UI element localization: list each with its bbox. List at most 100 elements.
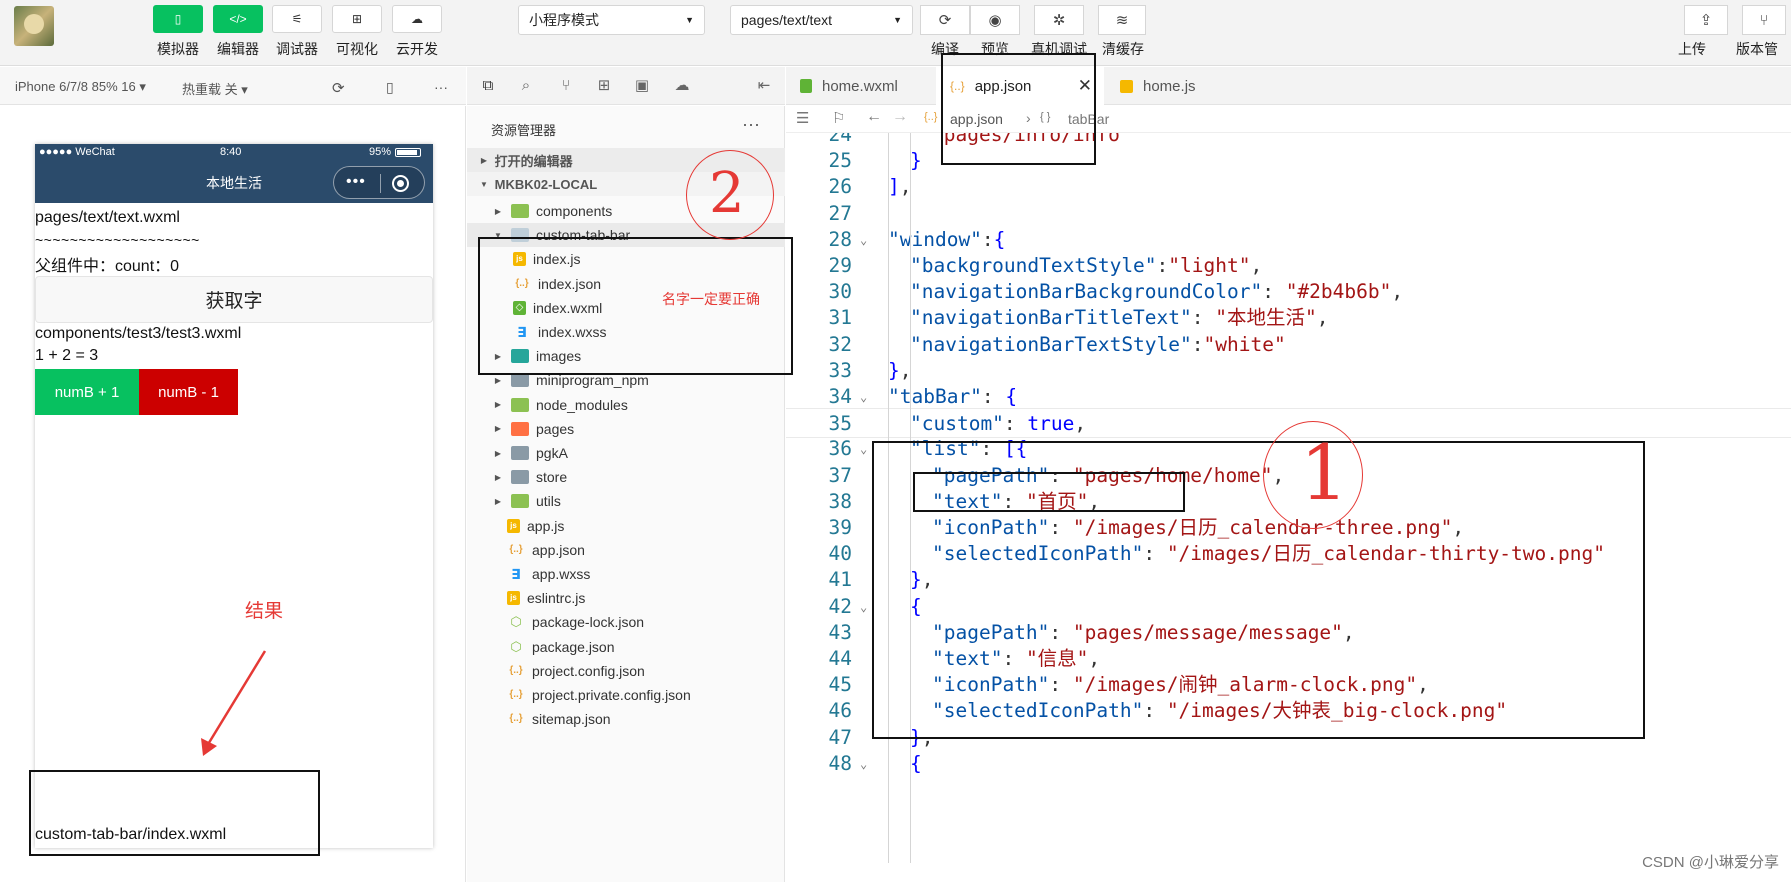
- json-file-icon: {..}: [924, 111, 938, 123]
- editor-breadcrumb: ☰ ⚐ ← → {..} app.json › { } tabBar: [786, 106, 1791, 133]
- file-item[interactable]: {..} app.json: [467, 538, 785, 562]
- folder-icon: [511, 421, 529, 436]
- code-icon: </>: [229, 12, 247, 26]
- file-item[interactable]: ⬡ package-lock.json: [467, 610, 785, 634]
- chevron-down-icon: ▼: [480, 179, 488, 189]
- toolbar-button-0[interactable]: ▯: [153, 5, 203, 33]
- action-button-2[interactable]: ✲: [1034, 5, 1084, 35]
- collapse-panel-icon[interactable]: ⇤: [755, 77, 773, 95]
- more-icon[interactable]: ···: [434, 79, 448, 95]
- chevron-right-icon: ▶: [494, 472, 502, 482]
- annotation-box-result: [29, 770, 320, 856]
- folder-icon: [511, 494, 529, 509]
- device-select[interactable]: iPhone 6/7/8 85% 16 ▾: [15, 79, 146, 95]
- folder-item[interactable]: ▶ pgkA: [467, 441, 785, 465]
- folder-item[interactable]: ▶ node_modules: [467, 393, 785, 417]
- file-item[interactable]: {..} project.private.config.json: [467, 683, 785, 707]
- bug-icon: ✲: [1052, 12, 1066, 29]
- toolbar-button-4[interactable]: ☁: [392, 5, 442, 33]
- annotation-result-note: 结果: [245, 601, 284, 622]
- carrier-text: ●●●●● WeChat: [39, 146, 115, 158]
- page-select[interactable]: pages/text/text ▼: [730, 5, 913, 35]
- files-icon[interactable]: ⧉: [479, 77, 497, 95]
- right-action-label: 版本管: [1736, 41, 1778, 57]
- file-item[interactable]: js eslintrc.js: [467, 586, 785, 610]
- fold-chevron-icon[interactable]: ⌄: [860, 749, 867, 779]
- phone-icon: ▯: [174, 12, 182, 26]
- file-name: utils: [536, 493, 561, 510]
- list-icon[interactable]: ☰: [796, 109, 809, 127]
- explorer-activity-bar: ⧉ ⌕ ⑂ ⊞ ▣ ☁ ⇤: [467, 67, 785, 105]
- minus-button[interactable]: numB - 1: [139, 369, 238, 415]
- docker-icon[interactable]: ☁: [673, 77, 691, 95]
- caret-down-icon: ▼: [685, 15, 694, 25]
- source-control-icon[interactable]: ⑂: [557, 77, 575, 95]
- extensions-icon[interactable]: ⊞: [595, 77, 613, 95]
- cloud-icon: ☁: [411, 12, 423, 26]
- more-icon[interactable]: ···: [742, 114, 760, 135]
- js-file-icon: [1120, 79, 1133, 93]
- get-button[interactable]: 获取字: [35, 276, 433, 323]
- eye-icon: ◉: [988, 12, 1002, 29]
- upload-icon: ⇪: [1699, 12, 1713, 29]
- file-name: eslintrc.js: [527, 590, 586, 607]
- file-name: store: [536, 469, 568, 486]
- hot-reload-select[interactable]: 热重载 关 ▾: [182, 79, 248, 98]
- chevron-right-icon: ▶: [480, 155, 488, 165]
- file-name: package.json: [532, 638, 615, 655]
- toolbar-button-3[interactable]: ⊞: [332, 5, 382, 33]
- tab-home-wxml[interactable]: home.wxml: [786, 67, 934, 105]
- back-arrow-icon[interactable]: ←: [866, 108, 882, 126]
- file-name: app.js: [527, 517, 565, 534]
- toolbar-button-label: 模拟器: [157, 41, 199, 57]
- rotate-icon[interactable]: ⟳: [332, 79, 345, 97]
- tilde-text: ~~~~~~~~~~~~~~~~~~~: [35, 232, 200, 248]
- action-button-0[interactable]: ⟳: [920, 5, 970, 35]
- search-icon[interactable]: ⌕: [517, 77, 535, 95]
- explorer-title: 资源管理器: [491, 123, 557, 138]
- battery-icon: [395, 148, 421, 157]
- outline-icon[interactable]: ▣: [633, 77, 651, 95]
- chevron-right-icon: ▶: [494, 375, 502, 385]
- folder-icon: [511, 397, 529, 412]
- line-number: 48: [828, 751, 852, 775]
- user-avatar[interactable]: [14, 6, 54, 46]
- toolbar-button-label: 调试器: [276, 41, 318, 57]
- file-item[interactable]: {..} sitemap.json: [467, 707, 785, 731]
- menu-capsule[interactable]: •••: [333, 166, 425, 199]
- folder-item[interactable]: ▶ pages: [467, 417, 785, 441]
- file-item[interactable]: {..} project.config.json: [467, 659, 785, 683]
- time-text: 8:40: [220, 146, 242, 158]
- folder-item[interactable]: ▶ store: [467, 465, 785, 489]
- bookmark-icon[interactable]: ⚐: [832, 109, 845, 127]
- right-action-1[interactable]: ⑂: [1742, 5, 1786, 35]
- close-record-icon[interactable]: [392, 175, 409, 192]
- device-phone-icon[interactable]: ▯: [386, 79, 394, 96]
- wxss-file-icon: ∃: [511, 566, 521, 582]
- sum-text: 1 + 2 = 3: [35, 347, 99, 364]
- mode-select[interactable]: 小程序模式 ▼: [518, 5, 705, 35]
- folder-item[interactable]: ▶ utils: [467, 489, 785, 513]
- more-dots-icon[interactable]: •••: [346, 174, 366, 190]
- action-button-1[interactable]: ◉: [970, 5, 1020, 35]
- toolbar-button-2[interactable]: ⚟: [272, 5, 322, 33]
- toolbar-button-1[interactable]: </>: [213, 5, 263, 33]
- annotation-name-note: 名字一定要正确: [662, 291, 760, 307]
- forward-arrow-icon[interactable]: →: [892, 108, 908, 126]
- folder-icon: [511, 446, 529, 460]
- code-line: 48 ⌄ {: [786, 749, 1791, 779]
- file-item[interactable]: ⬡ package.json: [467, 635, 785, 659]
- json-file-icon: {..}: [509, 713, 523, 725]
- js-file-icon: js: [507, 518, 520, 533]
- json-file-icon: {..}: [509, 543, 523, 555]
- tab-home-js[interactable]: home.js: [1106, 67, 1254, 105]
- file-item[interactable]: ∃ app.wxss: [467, 562, 785, 586]
- annotation-box-tab: [941, 53, 1096, 165]
- annotation-arrow-icon: [201, 650, 267, 756]
- right-action-0[interactable]: ⇪: [1684, 5, 1728, 35]
- file-item[interactable]: js app.js: [467, 514, 785, 538]
- plus-button[interactable]: numB + 1: [35, 369, 139, 415]
- branch-icon: ⑂: [1759, 11, 1769, 29]
- action-button-3[interactable]: ≋: [1098, 5, 1146, 35]
- chevron-right-icon: ▶: [494, 400, 502, 410]
